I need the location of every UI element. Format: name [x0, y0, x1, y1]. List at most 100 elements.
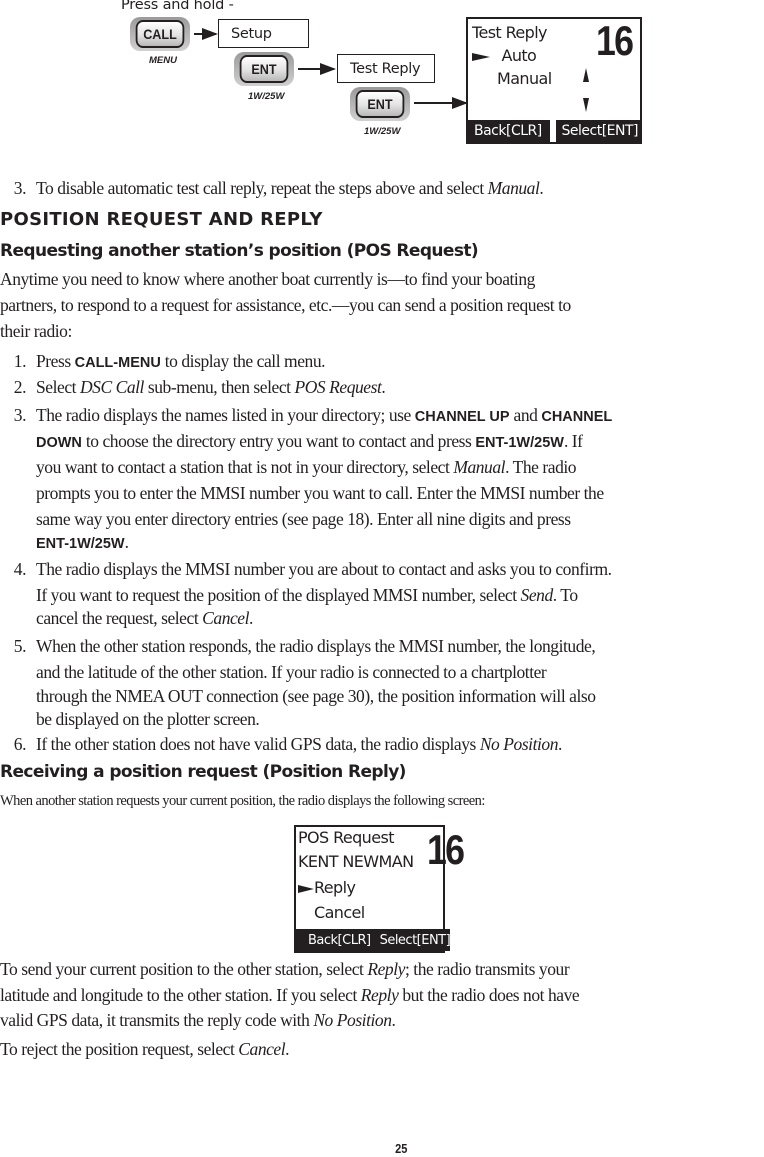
text-italic: POS Request	[294, 377, 382, 397]
text-run: The radio displays the MMSI number you a…	[36, 559, 612, 579]
text-run: ; the radio transmits your	[404, 959, 570, 979]
screen-option-auto: Auto	[501, 46, 537, 65]
text-italic: Cancel	[238, 1039, 286, 1059]
paragraph-line: To reject the position request, select C…	[0, 1037, 290, 1061]
press-hold-label: Press and hold -	[121, 0, 234, 13]
text-run: The radio displays the names listed in y…	[36, 405, 415, 425]
text-italic: Reply	[367, 959, 405, 979]
screen-line-caller-name: KENT NEWMAN	[298, 852, 414, 871]
text-italic: Cancel	[202, 608, 250, 628]
list-number: 6.	[13, 734, 27, 754]
list-item-line: The radio displays the MMSI number you a…	[36, 557, 612, 581]
text-run: but the radio does not have	[398, 985, 580, 1005]
pos-reply-intro: When another station requests your curre…	[0, 793, 485, 809]
text-run: To disable automatic test call reply, re…	[36, 178, 488, 198]
menu-box-setup: Setup	[218, 19, 309, 48]
scroll-down-icon	[583, 98, 589, 112]
text-italic: No Position	[313, 1010, 392, 1030]
text-run: latitude and longitude to the other stat…	[0, 985, 361, 1005]
list-number: 3.	[13, 405, 27, 425]
ent-button-label: ENT	[355, 90, 405, 118]
list-item-line: be displayed on the plotter screen.	[36, 707, 260, 731]
section-title: POSITION REQUEST AND REPLY	[0, 209, 323, 230]
paragraph-line: latitude and longitude to the other stat…	[0, 983, 580, 1007]
list-item-line: prompts you to enter the MMSI number you…	[36, 481, 604, 505]
text-run: and the latitude of the other station. I…	[36, 662, 547, 682]
text-bold: DOWN	[36, 435, 82, 451]
channel-number: 16	[596, 17, 634, 64]
text-bold: CHANNEL UP	[414, 409, 510, 425]
arrow-icon	[414, 97, 468, 109]
ent-button-illustration: ENT	[234, 52, 294, 86]
text-italic: No Position	[479, 734, 559, 754]
text-run: .	[539, 178, 544, 198]
list-item-line: same way you enter directory entries (se…	[36, 507, 571, 531]
list-number: 5.	[13, 636, 27, 656]
text-run: same way you enter directory entries (se…	[36, 509, 571, 529]
text-run: If you want to request the position of t…	[36, 585, 521, 605]
test-reply-diagram: Press and hold - CALL MENU Setup ENT 1W/…	[0, 0, 764, 150]
softkey-select: Select[ENT]	[556, 120, 640, 142]
list-item-text: To disable automatic test call reply, re…	[36, 176, 544, 200]
list-item-line: through the NMEA OUT connection (see pag…	[36, 684, 596, 708]
screen-option-selected: Auto	[472, 46, 537, 65]
list-item-line: cancel the request, select Cancel.	[36, 606, 253, 630]
text-italic: Manual	[487, 178, 540, 198]
list-item-line: When the other station responds, the rad…	[36, 634, 596, 658]
list-item-line: DOWN to choose the directory entry you w…	[36, 429, 583, 455]
ent-button-label: ENT	[239, 55, 289, 83]
call-button-illustration: CALL	[130, 17, 190, 51]
list-item-line: The radio displays the names listed in y…	[36, 403, 612, 429]
softkey-back: Back[CLR]	[296, 929, 371, 951]
call-button-sublabel: MENU	[149, 55, 177, 66]
channel-number: 16	[427, 826, 465, 873]
text-run: .	[558, 734, 562, 754]
ent-button-illustration: ENT	[350, 87, 410, 121]
text-run: .	[391, 1010, 396, 1030]
list-item-line: If the other station does not have valid…	[36, 732, 562, 756]
scroll-up-icon	[583, 68, 589, 82]
ent-button-sublabel: 1W/25W	[364, 126, 401, 137]
paragraph-line: their radio:	[0, 321, 72, 341]
list-item-line: Select DSC Call sub-menu, then select PO…	[36, 375, 386, 399]
menu-box-test-reply: Test Reply	[337, 54, 435, 83]
selection-arrow-icon	[298, 884, 314, 893]
softkey-select: Select[ENT]	[370, 929, 451, 951]
call-button-label: CALL	[135, 20, 185, 48]
text-run: you want to contact a station that is no…	[36, 457, 454, 477]
softkey-bar: Back[CLR] Select[ENT]	[468, 120, 640, 142]
list-item-line: ENT-1W/25W.	[36, 530, 129, 556]
paragraph-line: partners, to respond to a request for as…	[0, 295, 571, 315]
screen-option-cancel: Cancel	[314, 903, 365, 922]
text-run: .	[285, 1039, 290, 1059]
screen-option-manual: Manual	[497, 69, 552, 88]
arrow-icon	[298, 63, 336, 75]
text-run: To reject the position request, select	[0, 1039, 239, 1059]
radio-screen-test-reply: Test Reply Auto Manual 16 Back[CLR] Sele…	[466, 17, 642, 144]
text-run: Press	[36, 351, 75, 371]
text-run: sub-menu, then select	[143, 377, 295, 397]
list-item-line: Press CALL-MENU to display the call menu…	[36, 349, 325, 375]
list-number: 1.	[13, 351, 27, 371]
screen-option-reply: Reply	[314, 878, 356, 897]
arrow-icon	[194, 28, 218, 40]
text-run: prompts you to enter the MMSI number you…	[36, 483, 604, 503]
text-run: . The radio	[505, 457, 577, 477]
softkey-back: Back[CLR]	[468, 120, 550, 142]
text-bold: ENT-1W/25W	[475, 435, 564, 451]
radio-screen-pos-request: POS Request KENT NEWMAN Reply Cancel 16 …	[294, 825, 465, 953]
text-run: through the NMEA OUT connection (see pag…	[36, 686, 596, 706]
text-run: When the other station responds, the rad…	[36, 636, 596, 656]
text-italic: Reply	[360, 985, 399, 1005]
text-run: be displayed on the plotter screen.	[36, 709, 260, 729]
list-number: 3.	[13, 178, 27, 198]
screen-option-selected: Reply	[298, 878, 356, 897]
text-bold: CALL-MENU	[74, 355, 161, 371]
text-run: .	[381, 377, 386, 397]
text-bold: CHANNEL	[541, 409, 613, 425]
list-number: 4.	[13, 559, 27, 579]
subsection-heading-pos-request: Requesting another station’s position (P…	[0, 241, 479, 261]
text-run: and	[509, 405, 542, 425]
text-run: . If	[563, 431, 583, 451]
text-run: cancel the request, select	[36, 608, 203, 628]
